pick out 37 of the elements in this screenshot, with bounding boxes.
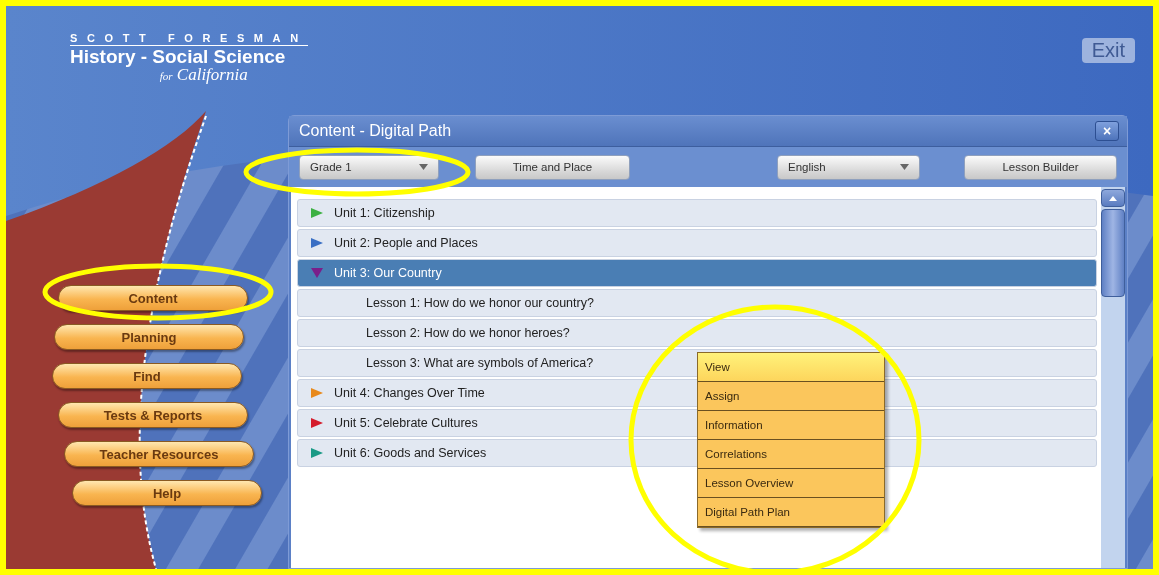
toolbar-button[interactable]: Lesson Builder	[964, 154, 1117, 180]
expanded-triangle-icon[interactable]	[310, 267, 324, 279]
nav-button[interactable]: Find	[52, 363, 242, 389]
nav-button[interactable]: Teacher Resources	[64, 441, 254, 467]
unit-row[interactable]: Unit 2: People and Places	[297, 229, 1097, 257]
lesson-row[interactable]: Lesson 1: How do we honor our country?	[297, 289, 1097, 317]
collapsed-triangle-icon[interactable]	[310, 387, 324, 399]
caret-icon	[419, 164, 428, 170]
menu-item[interactable]: Lesson Overview	[698, 469, 884, 498]
product-title: History - Social Science	[70, 46, 287, 68]
menu-item[interactable]: View	[698, 353, 884, 382]
brand-name: SCOTT FORESMAN	[70, 32, 308, 46]
caret-icon	[900, 164, 909, 170]
menu-item[interactable]: Assign	[698, 382, 884, 411]
collapsed-triangle-icon[interactable]	[310, 207, 324, 219]
menu-item[interactable]: Digital Path Plan	[698, 498, 884, 527]
nav-button[interactable]: Tests & Reports	[58, 402, 248, 428]
product-subtitle: for California	[159, 65, 248, 85]
scroll-up-button[interactable]	[1101, 189, 1125, 207]
menu-item[interactable]: Information	[698, 411, 884, 440]
up-arrow-icon	[1109, 195, 1117, 201]
scroll-thumb[interactable]	[1101, 209, 1125, 297]
panel-title: Content - Digital Path	[299, 122, 452, 140]
collapsed-triangle-icon[interactable]	[310, 447, 324, 459]
nav-button[interactable]: Content	[58, 285, 248, 311]
unit-row[interactable]: Unit 1: Citizenship	[297, 199, 1097, 227]
collapsed-triangle-icon[interactable]	[310, 237, 324, 249]
scrollbar[interactable]	[1101, 187, 1125, 568]
collapsed-triangle-icon[interactable]	[310, 417, 324, 429]
dropdown[interactable]: English	[777, 154, 920, 180]
toolbar-button[interactable]: Time and Place	[475, 154, 630, 180]
nav-button[interactable]: Planning	[54, 324, 244, 350]
menu-item[interactable]: Correlations	[698, 440, 884, 469]
unit-row[interactable]: Unit 3: Our Country	[297, 259, 1097, 287]
dropdown[interactable]: Grade 1	[299, 154, 439, 180]
nav-button[interactable]: Help	[72, 480, 262, 506]
lesson-row[interactable]: Lesson 2: How do we honor heroes?	[297, 319, 1097, 347]
